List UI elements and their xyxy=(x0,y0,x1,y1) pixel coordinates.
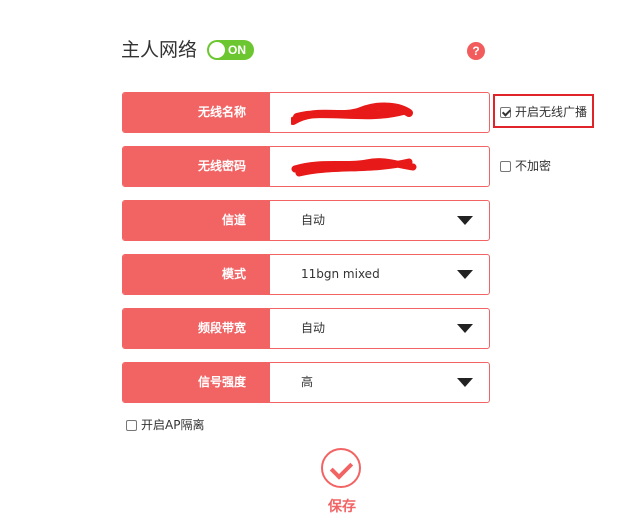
ssid-label: 无线名称 xyxy=(123,93,270,132)
page-title: 主人网络 xyxy=(121,39,198,61)
checkbox-icon[interactable] xyxy=(500,161,511,172)
ssid-row: 无线名称 xyxy=(122,92,490,133)
password-label: 无线密码 xyxy=(123,147,270,186)
network-toggle[interactable]: ON xyxy=(207,40,254,60)
broadcast-checkbox[interactable]: 开启无线广播 xyxy=(500,105,587,119)
password-row: 无线密码 xyxy=(122,146,490,187)
chevron-down-icon xyxy=(457,270,473,279)
mode-select[interactable]: 模式 11bgn mixed xyxy=(122,254,490,295)
checkbox-checked-icon[interactable] xyxy=(500,107,511,118)
checkbox-icon[interactable] xyxy=(126,420,137,431)
mode-value: 11bgn mixed xyxy=(301,267,380,281)
no-encrypt-label: 不加密 xyxy=(515,159,552,173)
toggle-label: ON xyxy=(228,43,246,57)
bandwidth-label: 频段带宽 xyxy=(123,309,270,348)
checkmark-icon xyxy=(329,456,354,480)
mode-label: 模式 xyxy=(123,255,270,294)
toggle-knob xyxy=(209,42,225,58)
channel-select[interactable]: 信道 自动 xyxy=(122,200,490,241)
bandwidth-value: 自动 xyxy=(301,321,326,335)
channel-label: 信道 xyxy=(123,201,270,240)
ap-isolation-label: 开启AP隔离 xyxy=(141,418,205,432)
help-icon[interactable]: ? xyxy=(467,42,485,60)
chevron-down-icon xyxy=(457,324,473,333)
chevron-down-icon xyxy=(457,216,473,225)
no-encrypt-checkbox[interactable]: 不加密 xyxy=(500,159,551,173)
broadcast-label: 开启无线广播 xyxy=(515,105,588,119)
signal-strength-label: 信号强度 xyxy=(123,363,270,402)
chevron-down-icon xyxy=(457,378,473,387)
save-label[interactable]: 保存 xyxy=(320,496,364,516)
bandwidth-select[interactable]: 频段带宽 自动 xyxy=(122,308,490,349)
save-button[interactable] xyxy=(321,448,361,488)
channel-value: 自动 xyxy=(301,213,326,227)
signal-strength-select[interactable]: 信号强度 高 xyxy=(122,362,490,403)
ap-isolation-checkbox[interactable]: 开启AP隔离 xyxy=(126,418,204,432)
signal-strength-value: 高 xyxy=(301,375,314,389)
redaction-mark xyxy=(291,102,413,125)
redaction-mark xyxy=(291,158,417,177)
